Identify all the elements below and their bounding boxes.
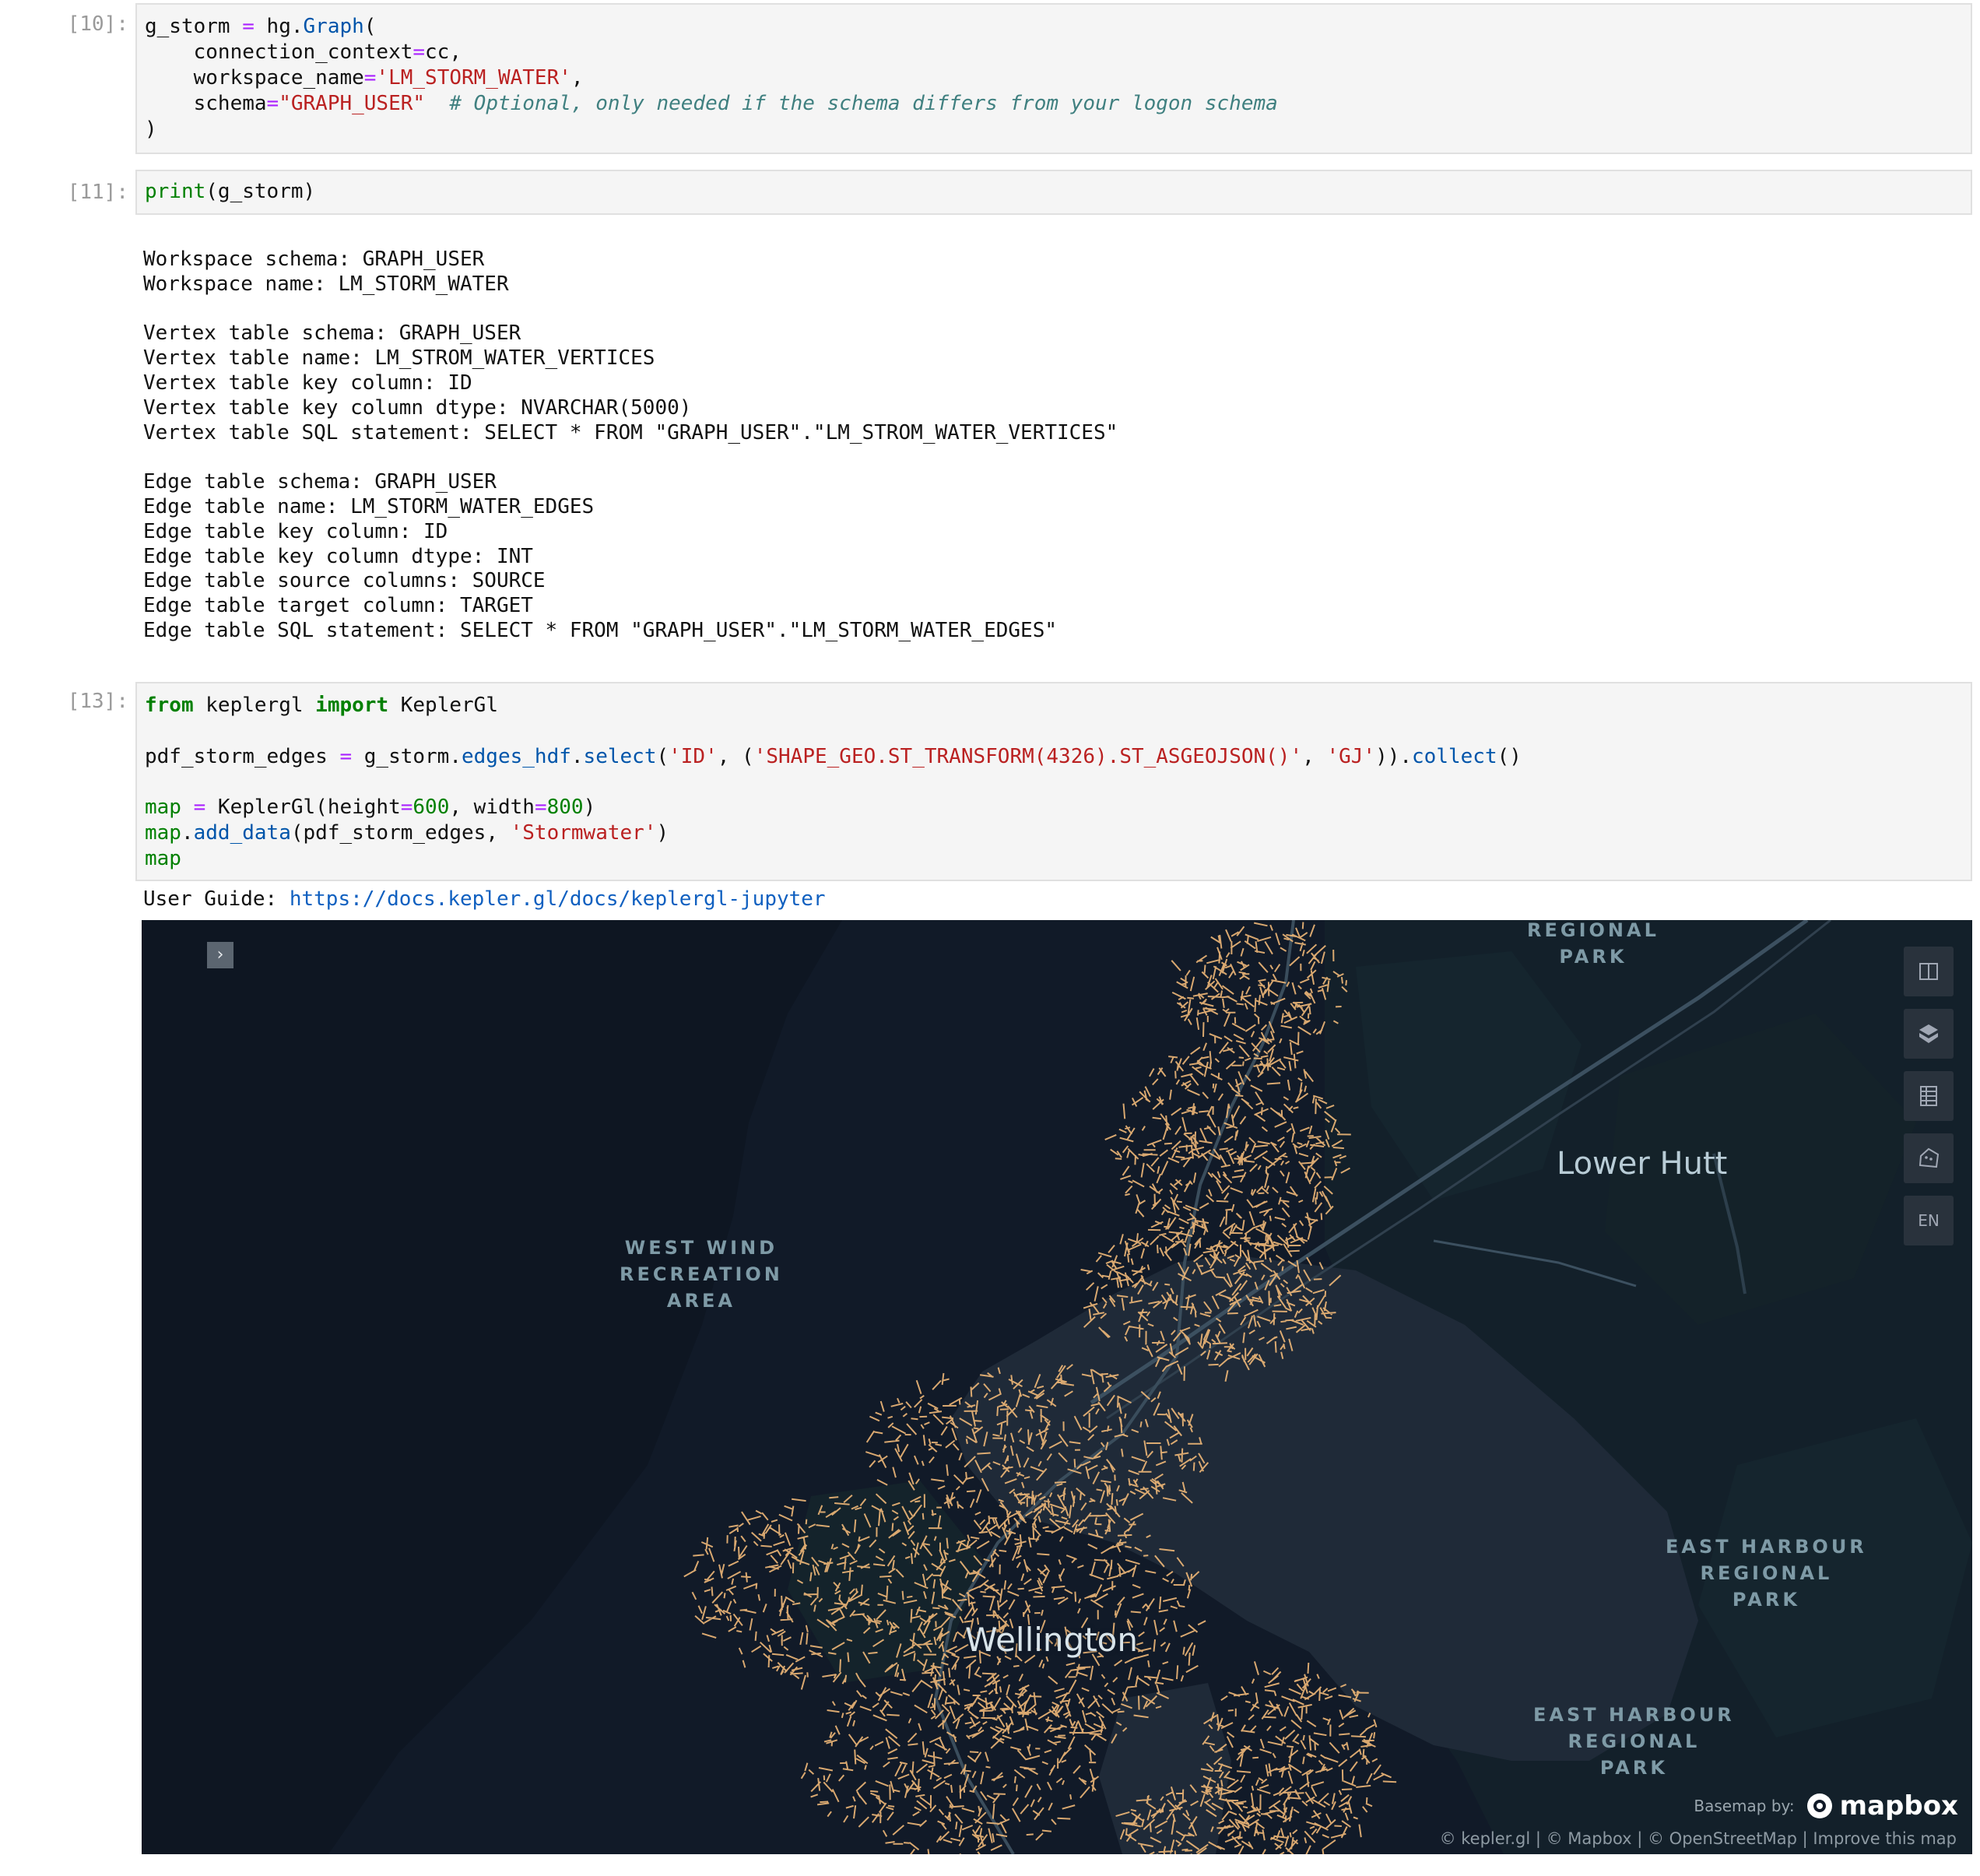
- label-regional-park-top: REGIONAL PARK: [1527, 920, 1659, 968]
- cell-prompt: [11]:: [67, 181, 128, 204]
- basemap-label: Basemap by:: [1694, 1797, 1795, 1815]
- chevron-right-icon: ›: [216, 945, 224, 964]
- 3d-map-button[interactable]: [1904, 1009, 1954, 1059]
- label-west-wind: WEST WIND RECREATION AREA: [620, 1237, 783, 1312]
- label-east-harbour-2: EAST HARBOUR REGIONAL PARK: [1533, 1704, 1735, 1779]
- draw-polygon-icon: [1919, 1147, 1940, 1168]
- label-wellington: Wellington: [965, 1621, 1138, 1659]
- code-input[interactable]: from keplergl import KeplerGl pdf_storm_…: [135, 682, 1972, 881]
- cell-output: Workspace schema: GRAPH_USER Workspace n…: [135, 248, 1972, 644]
- split-map-icon: [1919, 963, 1938, 980]
- mapbox-wordmark: mapbox: [1839, 1790, 1958, 1822]
- label-east-harbour-1: EAST HARBOUR REGIONAL PARK: [1666, 1536, 1867, 1611]
- code-input[interactable]: g_storm = hg.Graph( connection_context=c…: [135, 3, 1972, 154]
- mapbox-icon: [1806, 1793, 1832, 1818]
- data-table-icon: [1920, 1086, 1937, 1106]
- locale-button[interactable]: EN: [1904, 1196, 1954, 1245]
- basemap-credit: Basemap by: mapbox: [1694, 1790, 1958, 1822]
- side-panel-toggle-button[interactable]: ›: [207, 942, 233, 968]
- mapbox-logo[interactable]: mapbox: [1806, 1790, 1958, 1822]
- code-input[interactable]: print(g_storm): [135, 170, 1972, 215]
- draw-polygon-button[interactable]: [1904, 1133, 1954, 1183]
- user-guide-label: User Guide:: [143, 887, 290, 911]
- cell-prompt: [10]:: [67, 12, 128, 36]
- split-map-button[interactable]: [1904, 947, 1954, 996]
- map-attribution[interactable]: © kepler.gl | © Mapbox | © OpenStreetMap…: [1440, 1829, 1957, 1848]
- data-table-button[interactable]: [1904, 1071, 1954, 1121]
- label-lower-hutt: Lower Hutt: [1557, 1146, 1728, 1182]
- kepler-map[interactable]: › REGIONAL PARK WEST WIND RECREATION ARE…: [142, 920, 1972, 1854]
- cell-prompt: [13]:: [67, 690, 128, 713]
- locale-label: EN: [1918, 1211, 1940, 1230]
- print-output: Workspace schema: GRAPH_USER Workspace n…: [143, 248, 1118, 642]
- 3d-map-icon: [1919, 1024, 1938, 1043]
- user-guide-link[interactable]: https://docs.kepler.gl/docs/keplergl-jup…: [290, 887, 826, 911]
- user-guide-line: User Guide: https://docs.kepler.gl/docs/…: [135, 887, 1972, 912]
